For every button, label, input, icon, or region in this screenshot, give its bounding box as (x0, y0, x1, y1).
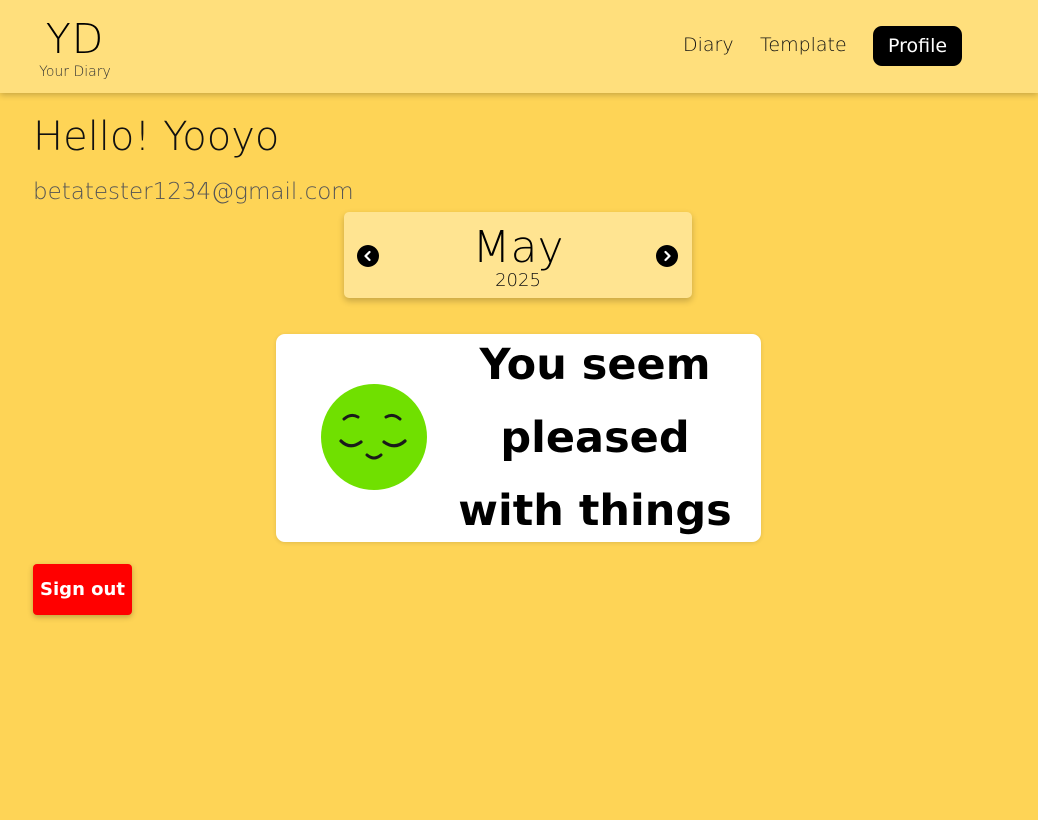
user-email: betatester1234@gmail.com (33, 179, 354, 205)
next-month-button[interactable] (656, 245, 678, 267)
nav-link-diary[interactable]: Diary (683, 30, 734, 60)
logo-subtitle: Your Diary (39, 64, 111, 80)
app-logo[interactable]: YD Your Diary (36, 14, 114, 80)
nav-link-template[interactable]: Template (760, 30, 847, 60)
month-selector: May 2025 (344, 212, 692, 298)
mood-message: You seem pleased with things (458, 339, 732, 536)
relieved-face-icon (321, 384, 427, 490)
mood-summary-card: You seem pleased with things (276, 334, 761, 542)
greeting-heading: Hello! Yooyo (33, 114, 280, 160)
chevron-right-icon (664, 250, 671, 262)
month-label: May (472, 222, 564, 273)
nav-profile-button[interactable]: Profile (873, 26, 962, 66)
year-label: 2025 (495, 270, 541, 291)
sign-out-button[interactable]: Sign out (33, 564, 132, 615)
top-nav-bar: YD Your Diary Diary Template Profile (0, 0, 1038, 93)
logo-title: YD (45, 15, 105, 63)
